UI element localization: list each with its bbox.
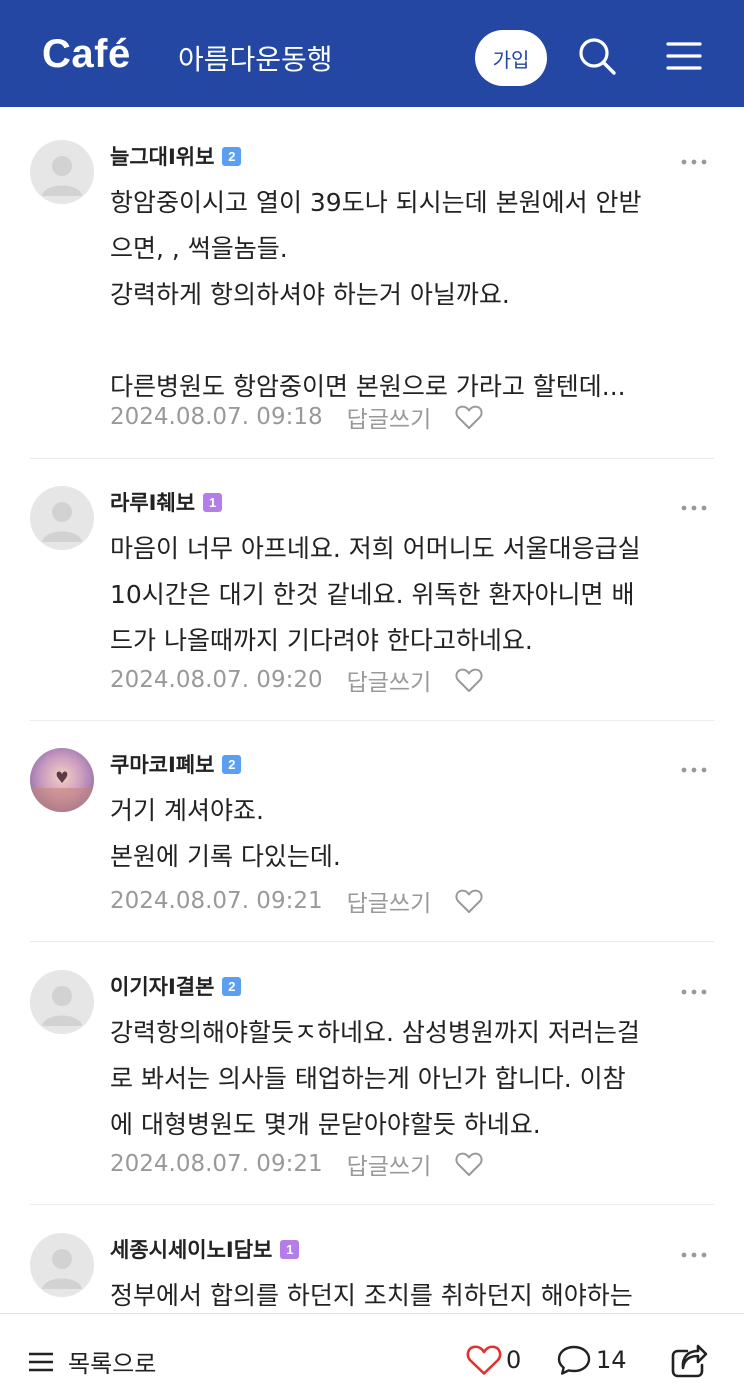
heart-icon[interactable] [466,1344,502,1376]
comment-count-button[interactable]: 14 [556,1344,627,1376]
comment-meta: 2024.08.07. 09:21 답글쓰기 [110,1147,483,1181]
comment-text: 강력항의해야할듯ㅈ하네요. 삼성병원까지 저러는걸 로 봐서는 의사들 태업하는… [110,1010,714,1148]
comment-line: 강력하게 항의하셔야 하는거 아닐까요. [110,280,510,309]
comment-meta: 2024.08.07. 09:21 답글쓰기 [110,884,483,918]
comment-line: 로 봐서는 의사들 태업하는게 아닌가 합니다. 이참 [110,1064,626,1093]
comment-date: 2024.08.07. 09:18 [110,404,323,430]
comment-line: 마음이 너무 아프네요. 저희 어머니도 서울대응급실 [110,534,641,563]
share-icon[interactable] [670,1343,708,1383]
heart-icon[interactable] [455,667,483,693]
comment-line: 에 대형병원도 몇개 문닫아야할듯 하네요. [110,1110,541,1139]
join-button[interactable]: 가입 [475,30,547,86]
comment-item: 이기자I결본 2 강력항의해야할듯ㅈ하네요. 삼성병원까지 저러는걸 로 봐서는… [30,970,714,1205]
author-nickname[interactable]: 이기자I결본 [110,971,214,1001]
default-avatar-icon[interactable] [30,486,94,550]
comment-author[interactable]: 이기자I결본 2 [110,970,242,1002]
search-icon[interactable] [577,36,617,76]
member-level-badge: 2 [222,146,242,166]
comment-line [110,318,714,364]
app-header: Café 아름다운동행 가입 [0,0,744,107]
reply-button[interactable]: 답글쓰기 [347,400,432,434]
reply-button[interactable]: 답글쓰기 [347,1147,432,1181]
comment-item: 쿠마코I폐보 2 거기 계셔야죠. 본원에 기록 다있는데. 2024.08.0… [30,748,714,942]
comment-line: 으면, , 썩을놈들. [110,234,288,263]
reply-button[interactable]: 답글쓰기 [347,884,432,918]
comment-line: 거기 계셔야죠. [110,796,264,825]
comment-text: 항암중이시고 열이 39도나 되시는데 본원에서 안받 으면, , 썩을놈들. … [110,180,714,410]
default-avatar-icon[interactable] [30,970,94,1034]
comment-item: 세종시세이노I담보 1 정부에서 합의를 하던지 조치를 취하던지 해야하는 [30,1233,714,1313]
default-avatar-icon[interactable] [30,1233,94,1297]
comment-item: 라루I췌보 1 마음이 너무 아프네요. 저희 어머니도 서울대응급실 10시간… [30,486,714,721]
hamburger-menu-icon[interactable] [664,36,704,76]
comment-line: 10시간은 대기 한것 같네요. 위독한 환자아니면 배 [110,580,635,609]
member-level-badge: 1 [203,492,223,512]
bottom-action-bar: 목록으로 0 14 [0,1313,744,1400]
comment-author[interactable]: 라루I췌보 1 [110,486,223,518]
more-dots-icon[interactable] [680,498,708,511]
reply-button[interactable]: 답글쓰기 [347,663,432,697]
comment-text: 마음이 너무 아프네요. 저희 어머니도 서울대응급실 10시간은 대기 한것 … [110,526,714,664]
comment-author[interactable]: 쿠마코I폐보 2 [110,748,242,780]
like-button[interactable]: 0 [466,1344,521,1376]
comment-date: 2024.08.07. 09:21 [110,1151,323,1177]
back-to-list-button[interactable]: 목록으로 [28,1344,156,1379]
default-avatar-icon[interactable] [30,140,94,204]
comment-line: 항암중이시고 열이 39도나 되시는데 본원에서 안받 [110,188,642,217]
cafe-logo[interactable]: Café [42,32,131,77]
comment-date: 2024.08.07. 09:20 [110,667,323,693]
more-dots-icon[interactable] [680,1245,708,1258]
member-level-badge: 2 [222,976,242,996]
more-dots-icon[interactable] [680,760,708,773]
member-level-badge: 1 [280,1239,300,1259]
list-button-label[interactable]: 목록으로 [68,1344,156,1379]
comment-line: 본원에 기록 다있는데. [110,842,341,871]
profile-photo-avatar[interactable] [30,748,94,812]
author-nickname[interactable]: 늘그대I위보 [110,141,214,171]
comment-item: 늘그대I위보 2 항암중이시고 열이 39도나 되시는데 본원에서 안받 으면,… [30,140,714,459]
author-nickname[interactable]: 라루I췌보 [110,487,195,517]
like-count: 0 [506,1346,522,1374]
comment-author[interactable]: 세종시세이노I담보 1 [110,1233,300,1265]
comment-line: 강력항의해야할듯ㅈ하네요. 삼성병원까지 저러는걸 [110,1018,640,1047]
member-level-badge: 2 [222,754,242,774]
author-nickname[interactable]: 세종시세이노I담보 [110,1234,272,1264]
comment-text: 거기 계셔야죠. 본원에 기록 다있는데. [110,788,714,880]
comment-author[interactable]: 늘그대I위보 2 [110,140,242,172]
comment-line: 드가 나올때까지 기다려야 한다고하네요. [110,626,533,655]
author-nickname[interactable]: 쿠마코I폐보 [110,749,214,779]
comment-count: 14 [596,1346,627,1374]
comment-meta: 2024.08.07. 09:20 답글쓰기 [110,663,483,697]
comment-meta: 2024.08.07. 09:18 답글쓰기 [110,400,483,434]
more-dots-icon[interactable] [680,982,708,995]
heart-icon[interactable] [455,404,483,430]
speech-bubble-icon[interactable] [556,1344,592,1376]
heart-icon[interactable] [455,888,483,914]
list-icon [29,1352,53,1371]
comment-date: 2024.08.07. 09:21 [110,888,323,914]
cafe-title[interactable]: 아름다운동행 [178,38,333,78]
heart-icon[interactable] [455,1151,483,1177]
more-dots-icon[interactable] [680,152,708,165]
